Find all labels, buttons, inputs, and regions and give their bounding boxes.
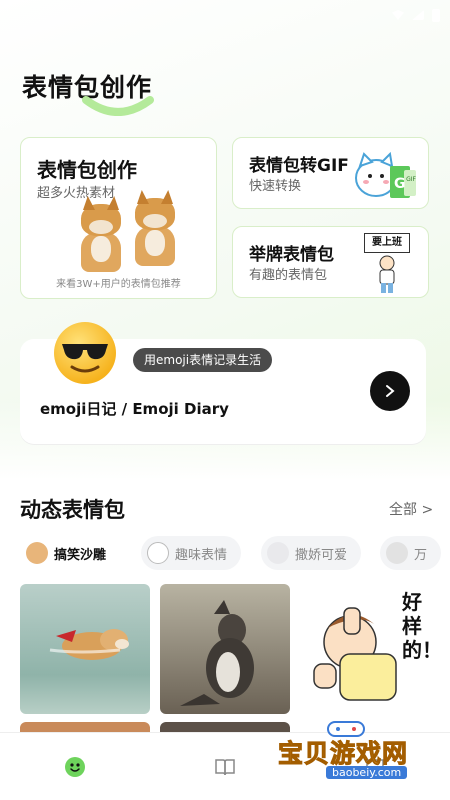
sign-board: 要上班 [364,233,410,253]
character-icon [386,542,408,564]
sign-meme-subtitle: 有趣的表情包 [249,268,328,283]
thumbs-up-sticker-text: 好样的！ [402,590,430,662]
sign-meme-title: 举牌表情包 [249,245,334,265]
book-icon [215,758,235,775]
watermark-text: 宝贝游戏网 [277,739,409,769]
sign-meme-card[interactable]: 举牌表情包 有趣的表情包 要上班 [232,226,429,298]
emoji-diary-bubble: 用emoji表情记录生活 [133,348,273,372]
meme-create-title: 表情包创作 [37,158,137,182]
site-watermark-logo: 宝贝游戏网 baobeiy.com [268,716,436,786]
meme-to-gif-subtitle: 快速转换 [249,179,302,194]
status-bar [0,0,450,30]
chip-label: 趣味表情 [175,547,228,563]
thumbs-up-sticker[interactable]: 好样的！ [300,584,430,714]
chevron-right-icon [386,385,395,397]
animated-memes-title: 动态表情包 [20,498,125,522]
sign-holder-illustration: 要上班 [364,233,410,295]
nav-library[interactable] [195,747,255,787]
chip-more[interactable]: 万 [380,536,442,570]
gif-badge: GIF [406,176,416,183]
chip-label: 万 [414,547,428,563]
emoji-diary-title: emoji日记 / Emoji Diary [40,400,229,418]
chip-funny[interactable]: 搞笑沙雕 [20,536,121,570]
kangaroo-image[interactable] [160,584,290,714]
flying-doge-image[interactable] [20,584,150,714]
meme-create-subtitle: 超多火热素材 [37,186,116,201]
nav-home[interactable] [45,747,105,787]
meme-to-gif-card[interactable]: 表情包转GIF 快速转换 G GIF [232,137,429,209]
category-chips: 搞笑沙雕 趣味表情 撒娇可爱 万 [20,536,450,570]
chip-label: 搞笑沙雕 [54,547,107,563]
doge-icon [26,542,48,564]
chip-label: 撒娇可爱 [295,547,348,563]
smile-face-icon [65,756,85,777]
cat-icon [147,542,169,564]
meme-create-card[interactable]: 表情包创作 超多火热素材 来看3W+用户的表情包推荐 [20,137,217,299]
watermark-url: baobeiy.com [326,766,408,779]
diary-next-button[interactable] [370,371,410,411]
signal-icon [412,10,424,20]
meme-to-gif-title: 表情包转GIF [249,156,349,176]
chip-interesting[interactable]: 趣味表情 [141,536,242,570]
svg-text:G: G [394,176,406,192]
wifi-icon [392,10,404,20]
doge-image-left [73,202,129,278]
ghost-icon [267,542,289,564]
doge-image-right [127,196,183,272]
gif-cat-illustration: G [355,151,416,198]
battery-icon [432,8,440,22]
see-all-link[interactable]: 全部 > [389,499,433,519]
chip-cute[interactable]: 撒娇可爱 [261,536,362,570]
sunglasses-emoji-icon [54,322,116,384]
title-underline-decoration [82,96,154,116]
meme-create-footnote: 来看3W+用户的表情包推荐 [56,279,181,290]
